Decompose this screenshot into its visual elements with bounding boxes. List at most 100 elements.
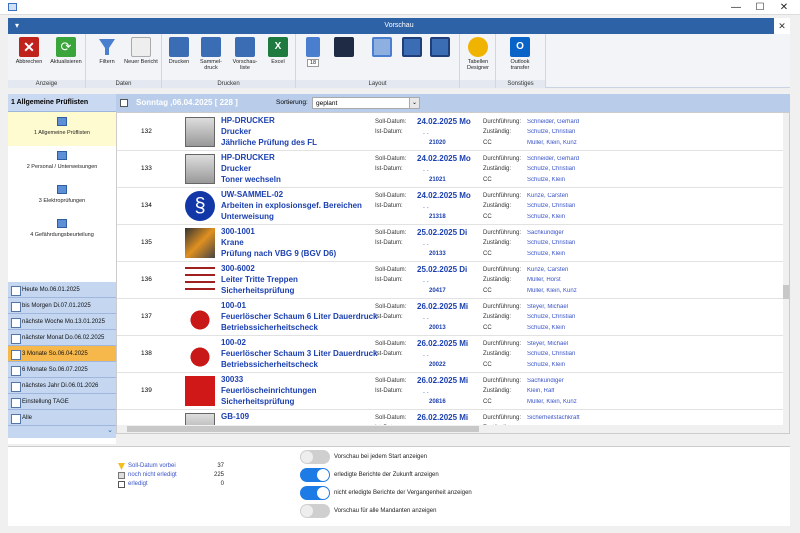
excel-button[interactable]: X Excel [264, 37, 292, 65]
layout-table-button[interactable] [400, 37, 424, 59]
report-number: 21020 [429, 140, 446, 146]
object-code[interactable]: 300-6002 [221, 264, 255, 273]
cc-label: CC [483, 177, 492, 183]
object-code[interactable]: 30033 [221, 375, 243, 384]
close-panel-button[interactable]: ✕ [774, 18, 790, 34]
ist-date[interactable]: . . [423, 351, 429, 358]
row-height-button[interactable]: 18 [302, 37, 324, 67]
responsible: Klein, Ralf [527, 388, 555, 394]
close-window-button[interactable]: ✕ [772, 0, 796, 15]
soll-label: Soll-Datum: [375, 267, 407, 273]
ist-date[interactable]: . . [423, 388, 429, 395]
table-row[interactable]: 132 HP-DRUCKER Drucker Jährliche Prüfung… [117, 114, 785, 151]
ist-date[interactable]: . . [423, 277, 429, 284]
ist-date[interactable]: . . [423, 129, 429, 136]
date-filter-alle[interactable]: Alle [8, 410, 116, 426]
ist-date[interactable]: . . [423, 240, 429, 247]
drucken-button[interactable]: Drucken [164, 37, 194, 65]
soll-date: 26.02.2025 Mi [417, 376, 469, 385]
category-item-3[interactable]: 3 Elektroprüfungen [8, 180, 116, 214]
outlook-transfer-button[interactable]: O Outlook transfer [502, 37, 538, 71]
left-panel: 1 Allgemeine Prüflisten 1 Allgemeine Prü… [8, 94, 116, 444]
sammeldruck-button[interactable]: Sammel-druck [196, 37, 226, 71]
extinguisher-icon [185, 339, 215, 369]
date-filter-monat[interactable]: nächster Monat Do.06.02.2025 [8, 330, 116, 346]
select-all-checkbox[interactable] [120, 99, 128, 107]
ist-label: Ist-Datum: [375, 166, 403, 172]
date-filter-heute[interactable]: Heute Mo.06.01.2025 [8, 282, 116, 298]
soll-date: 26.02.2025 Mi [417, 339, 469, 348]
expand-icon[interactable]: ⌄ [8, 426, 116, 438]
vertical-scrollbar[interactable] [783, 113, 789, 433]
maximize-button[interactable]: ☐ [748, 0, 772, 15]
date-filter-einstellung[interactable]: Einstellung TAGE [8, 394, 116, 410]
sort-select[interactable]: geplant ⌄ [312, 97, 420, 109]
table-row[interactable]: 139 30033 Feuerlöscheinrichtungen Sicher… [117, 373, 785, 410]
toggle-start-preview[interactable] [300, 450, 330, 464]
scroll-thumb[interactable] [783, 285, 789, 299]
vorschauliste-button[interactable]: Vorschau-liste [228, 37, 262, 71]
table-row[interactable]: 133 HP-DRUCKER Drucker Toner wechseln So… [117, 151, 785, 188]
layout-list-button[interactable] [332, 37, 356, 59]
aktualisieren-button[interactable]: ⟳ Aktualisieren [48, 37, 84, 65]
task-name: Prüfung nach VBG 9 (BGV D6) [221, 249, 337, 258]
object-name: Feuerlöscheinrichtungen [221, 386, 317, 395]
date-filter-jahr[interactable]: nächstes Jahr Di.06.01.2026 [8, 378, 116, 394]
table-row[interactable]: 134 § UW-SAMMEL-02 Arbeiten in explosion… [117, 188, 785, 225]
outlook-icon: O [510, 37, 530, 57]
tabellen-designer-button[interactable]: Tabellen Designer [462, 37, 494, 71]
category-item-4[interactable]: 4 Gefährdungsbeurteilung [8, 214, 116, 248]
toggle-all-clients[interactable] [300, 504, 330, 518]
object-code[interactable]: 100-01 [221, 301, 246, 310]
horizontal-scrollbar[interactable] [117, 425, 785, 433]
group-label-sonstiges: Sonstiges [496, 80, 545, 88]
durch-label: Durchführung: [483, 378, 522, 384]
object-code[interactable]: HP-DRUCKER [221, 116, 275, 125]
print-preview-icon [235, 37, 255, 57]
object-code[interactable]: 100-02 [221, 338, 246, 347]
date-filter-6-monate[interactable]: 6 Monate So.06.07.2025 [8, 362, 116, 378]
toggle-past-pending[interactable] [300, 486, 330, 500]
hscroll-thumb[interactable] [127, 426, 479, 432]
soll-date: 24.02.2025 Mo [417, 117, 471, 126]
table-row[interactable]: 136 300-6002 Leiter Tritte Treppen Siche… [117, 262, 785, 299]
filtern-button[interactable]: Filtern [94, 37, 120, 65]
refresh-icon: ⟳ [56, 37, 76, 57]
abbrechen-button[interactable]: ✕ Abbrechen [12, 37, 46, 65]
task-name: Betriebssicherheitscheck [221, 360, 318, 369]
task-name: Betriebssicherheitscheck [221, 323, 318, 332]
date-filter-3-monate[interactable]: 3 Monate So.06.04.2025 [8, 346, 116, 362]
durch-label: Durchführung: [483, 193, 522, 199]
table-row[interactable]: 137 100-01 Feuerlöscher Schaum 6 Liter D… [117, 299, 785, 336]
date-filter-woche[interactable]: nächste Woche Mo.13.01.2025 [8, 314, 116, 330]
object-code[interactable]: 300-1001 [221, 227, 255, 236]
neuer-bericht-button[interactable]: Neuer Bericht [124, 37, 158, 65]
layout-grid-button[interactable] [370, 37, 394, 59]
printer-icon [169, 37, 189, 57]
zoom-stepper[interactable]: 18 [306, 59, 320, 67]
ist-date[interactable]: . . [423, 203, 429, 210]
object-name: Leiter Tritte Treppen [221, 275, 298, 284]
ist-date[interactable]: . . [423, 314, 429, 321]
minimize-button[interactable]: — [724, 0, 748, 15]
durch-label: Durchführung: [483, 415, 522, 421]
durch-label: Durchführung: [483, 156, 522, 162]
ist-date[interactable]: . . [423, 166, 429, 173]
zust-label: Zuständig: [483, 240, 512, 246]
report-number: 20133 [429, 251, 446, 257]
date-filter-morgen[interactable]: bis Morgen Di.07.01.2025 [8, 298, 116, 314]
stat-overdue-value: 37 [217, 463, 224, 469]
executor: Schneider, Gerhard [527, 119, 580, 125]
list-icon [57, 151, 67, 160]
table-row[interactable]: 138 100-02 Feuerlöscher Schaum 3 Liter D… [117, 336, 785, 373]
toggle-future-done[interactable] [300, 468, 330, 482]
warning-icon [118, 463, 125, 470]
table-row[interactable]: 135 300-1001 Krane Prüfung nach VBG 9 (B… [117, 225, 785, 262]
category-item-2[interactable]: 2 Personal / Unterweisungen [8, 146, 116, 180]
object-code[interactable]: GB-109 [221, 412, 249, 421]
grid-layout-icon [372, 37, 392, 57]
category-item-1[interactable]: 1 Allgemeine Prüflisten [8, 112, 116, 146]
object-code[interactable]: HP-DRUCKER [221, 153, 275, 162]
layout-tiles-button[interactable] [428, 37, 452, 59]
object-code[interactable]: UW-SAMMEL-02 [221, 190, 283, 199]
